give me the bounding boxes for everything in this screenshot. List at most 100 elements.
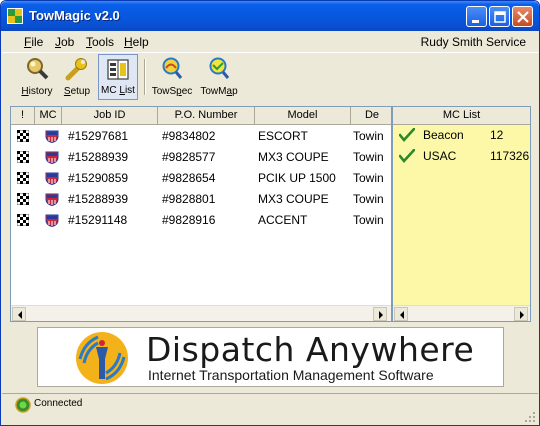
model: ACCENT xyxy=(258,213,308,227)
resize-grip-icon[interactable] xyxy=(524,411,536,423)
checkered-flag-icon xyxy=(17,193,29,205)
col-description-header[interactable]: De xyxy=(351,107,391,125)
list-icon xyxy=(107,59,129,80)
magnifier-icon xyxy=(27,58,49,80)
mc-list-header[interactable]: MC List xyxy=(393,107,530,125)
app-logo-icon xyxy=(7,8,23,24)
magnifier-map-icon xyxy=(209,57,230,79)
shield-icon xyxy=(45,130,59,143)
checkmark-icon xyxy=(399,149,415,163)
menu-help[interactable]: Help xyxy=(124,35,149,49)
arrow-left-icon xyxy=(18,311,22,319)
grid-horizontal-scrollbar[interactable] xyxy=(11,305,391,321)
menu-file[interactable]: File xyxy=(24,35,43,49)
model: ESCORT xyxy=(258,129,308,143)
checkered-flag-icon xyxy=(17,151,29,163)
table-row[interactable]: #15288939 #9828577 MX3 COUPE Towin xyxy=(11,147,391,168)
setup-button[interactable]: Setup xyxy=(60,54,94,100)
dispatch-anywhere-banner[interactable]: Dispatch Anywhere Internet Transportatio… xyxy=(37,327,504,387)
minimize-button[interactable] xyxy=(466,6,487,27)
col-mc-header[interactable]: MC xyxy=(35,107,62,125)
list-item[interactable]: Beacon 12 xyxy=(393,125,530,146)
maximize-icon xyxy=(494,11,506,23)
banner-title: Dispatch Anywhere xyxy=(146,330,475,369)
mc-name: USAC xyxy=(423,149,457,163)
po-number: #9834802 xyxy=(162,129,216,143)
checkered-flag-icon xyxy=(17,130,29,142)
job-id: #15291148 xyxy=(68,213,128,227)
scroll-right-button[interactable] xyxy=(373,307,387,321)
mc-name: Beacon xyxy=(423,128,464,142)
mc-number: 12 xyxy=(490,128,504,142)
mc-number: 117326 xyxy=(490,149,530,163)
mc-horizontal-scrollbar[interactable] xyxy=(393,305,530,321)
shield-icon xyxy=(45,172,59,185)
shield-icon xyxy=(45,214,59,227)
po-number: #9828916 xyxy=(162,213,216,227)
connection-status-icon xyxy=(15,397,31,413)
arrow-left-icon xyxy=(400,311,404,319)
list-item[interactable]: USAC 117326 xyxy=(393,146,530,167)
model: PCIK UP 1500 xyxy=(258,171,336,185)
job-id: #15288939 xyxy=(68,150,129,164)
status-text: Connected xyxy=(34,398,83,409)
toolbar: History Setup MC List TowSpec TowMap xyxy=(2,52,538,102)
checkered-flag-icon xyxy=(17,214,29,226)
col-job-id-header[interactable]: Job ID xyxy=(62,107,158,125)
grid-header: ! MC Job ID P.O. Number Model De xyxy=(11,107,391,125)
scroll-left-button[interactable] xyxy=(394,307,408,321)
job-id: #15297681 xyxy=(68,129,129,143)
menu-tools[interactable]: Tools xyxy=(86,35,114,49)
shield-icon xyxy=(45,151,59,164)
towmap-button[interactable]: TowMap xyxy=(198,54,240,100)
jobs-grid[interactable]: ! MC Job ID P.O. Number Model De #152976… xyxy=(10,106,392,322)
model: MX3 COUPE xyxy=(258,150,329,164)
title-bar[interactable]: TowMagic v2.0 xyxy=(1,1,539,31)
table-row[interactable]: #15297681 #9834802 ESCORT Towin xyxy=(11,126,391,147)
po-number: #9828801 xyxy=(162,192,216,206)
close-button[interactable] xyxy=(512,6,533,27)
scroll-right-button[interactable] xyxy=(514,307,528,321)
history-button[interactable]: History xyxy=(20,54,54,100)
col-priority-header[interactable]: ! xyxy=(11,107,35,125)
status-bar: Connected xyxy=(2,393,538,425)
towspec-button[interactable]: TowSpec xyxy=(151,54,193,100)
mc-list-button[interactable]: MC List xyxy=(98,54,138,100)
scroll-left-button[interactable] xyxy=(12,307,26,321)
po-number: #9828654 xyxy=(162,171,216,185)
table-row[interactable]: #15291148 #9828916 ACCENT Towin xyxy=(11,210,391,231)
description: Towin xyxy=(353,213,384,227)
job-id: #15290859 xyxy=(68,171,129,185)
checkmark-icon xyxy=(399,128,415,142)
mc-list-panel[interactable]: MC List Beacon 12 USAC 117326 xyxy=(392,106,531,322)
arrow-right-icon xyxy=(520,311,524,319)
job-id: #15288939 xyxy=(68,192,129,206)
description: Towin xyxy=(353,192,384,206)
radio-tower-logo-icon xyxy=(76,332,128,384)
description: Towin xyxy=(353,150,384,164)
table-row[interactable]: #15290859 #9828654 PCIK UP 1500 Towin xyxy=(11,168,391,189)
checkered-flag-icon xyxy=(17,172,29,184)
menu-job[interactable]: Job xyxy=(55,35,74,49)
close-icon xyxy=(517,11,529,23)
menu-bar: File Job Tools Help Rudy Smith Service xyxy=(2,31,538,51)
shield-icon xyxy=(45,193,59,206)
app-window: TowMagic v2.0 File Job Tools Help Rudy S… xyxy=(0,0,540,426)
model: MX3 COUPE xyxy=(258,192,329,206)
arrow-right-icon xyxy=(379,311,383,319)
col-po-number-header[interactable]: P.O. Number xyxy=(158,107,255,125)
toolbar-separator xyxy=(144,59,146,95)
user-name: Rudy Smith Service xyxy=(420,35,526,49)
col-model-header[interactable]: Model xyxy=(255,107,351,125)
description: Towin xyxy=(353,171,384,185)
po-number: #9828577 xyxy=(162,150,216,164)
wrench-icon xyxy=(65,58,87,81)
banner-subtitle: Internet Transportation Management Softw… xyxy=(148,367,434,383)
minimize-icon xyxy=(472,20,479,23)
window-title: TowMagic v2.0 xyxy=(29,8,120,23)
magnifier-plus-icon xyxy=(162,57,183,79)
maximize-button[interactable] xyxy=(489,6,510,27)
description: Towin xyxy=(353,129,384,143)
mc-list: Beacon 12 USAC 117326 xyxy=(393,125,530,305)
table-row[interactable]: #15288939 #9828801 MX3 COUPE Towin xyxy=(11,189,391,210)
